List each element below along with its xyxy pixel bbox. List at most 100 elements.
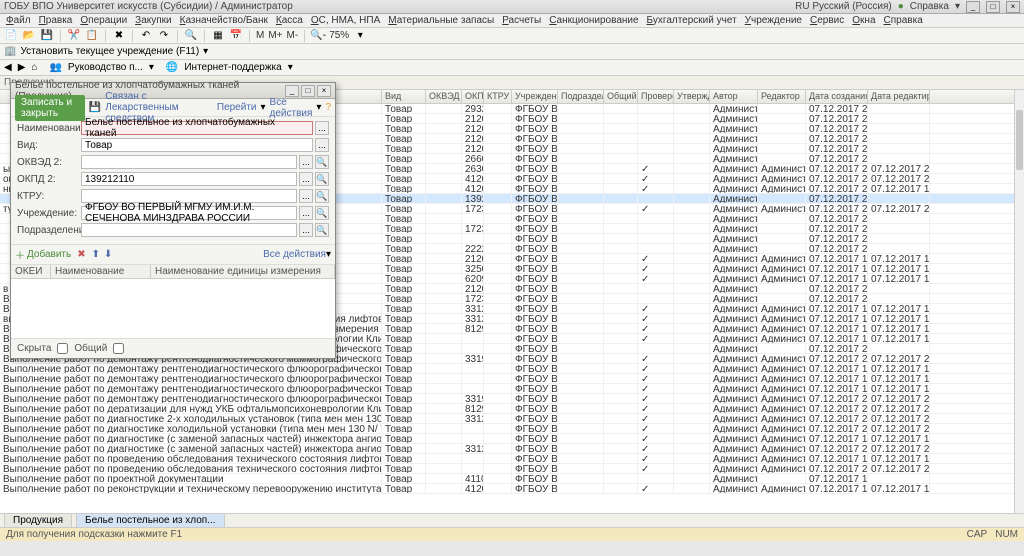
m-minus[interactable]: M- [287, 30, 299, 41]
table-row[interactable]: Выполнение работ по демонтажу рентгеноди… [0, 394, 1014, 404]
all-actions2[interactable]: Все действия [263, 249, 326, 260]
calendar-icon[interactable]: 📅 [229, 29, 243, 43]
column-header[interactable]: Дата создания [806, 90, 868, 103]
minimize-button[interactable]: _ [966, 1, 980, 13]
table-row[interactable]: Выполнение работ по реконструкции и техн… [0, 484, 1014, 494]
search-button[interactable]: 🔍 [315, 223, 329, 237]
table-row[interactable]: Выполнение работ по проведению обследова… [0, 464, 1014, 474]
table-row[interactable]: Выполнение работ по дератизации для нужд… [0, 404, 1014, 414]
select-button[interactable]: ... [299, 155, 313, 169]
select-button[interactable]: ... [299, 172, 313, 186]
menu-item[interactable]: Правка [39, 15, 73, 26]
table-row[interactable]: Выполнение работ по диагностике холодиль… [0, 424, 1014, 434]
menu-item[interactable]: Операции [80, 15, 127, 26]
menu-item[interactable]: Бухгалтерский учет [647, 15, 737, 26]
menu-item[interactable]: Расчеты [502, 15, 541, 26]
link-goto[interactable]: Перейти [217, 102, 257, 113]
calc-icon[interactable]: ▦ [211, 29, 225, 43]
menu-item[interactable]: Казначейство/Банк [180, 15, 268, 26]
menu-item[interactable]: Касса [276, 15, 303, 26]
common-checkbox[interactable] [113, 343, 124, 354]
nav-back-icon[interactable]: ◀ [4, 62, 12, 73]
m-plus2[interactable]: M+ [268, 30, 282, 41]
maximize-button[interactable]: □ [986, 1, 1000, 13]
find-icon[interactable]: 🔍 [184, 29, 198, 43]
help-link[interactable]: Справка [910, 1, 949, 12]
okpd-input[interactable]: 139212110 [81, 172, 297, 186]
column-header[interactable]: ОКП... [462, 90, 484, 103]
table-row[interactable]: Выполнение работ по проведению обследова… [0, 454, 1014, 464]
all-actions-button[interactable]: Все действия [270, 97, 313, 119]
copy-icon[interactable]: 📋 [85, 29, 99, 43]
search-button[interactable]: 🔍 [315, 172, 329, 186]
menu-item[interactable]: Окна [852, 15, 875, 26]
hidden-checkbox[interactable] [57, 343, 68, 354]
column-header[interactable]: Вид [382, 90, 426, 103]
search-button[interactable]: 🔍 [315, 189, 329, 203]
subgrid-body[interactable] [11, 279, 335, 339]
column-header[interactable]: КТРУ [484, 90, 512, 103]
select-button[interactable]: ... [315, 138, 329, 152]
dialog-maximize[interactable]: □ [301, 85, 315, 97]
table-row[interactable]: Выполнение работ по демонтажу рентгеноди… [0, 364, 1014, 374]
column-header[interactable]: Дата редактирования [868, 90, 930, 103]
delete-icon[interactable]: ✖ [77, 249, 85, 260]
help-icon[interactable]: ? [325, 102, 331, 113]
table-row[interactable]: Выполнение работ по диагностике 2-х холо… [0, 414, 1014, 424]
scrollbar-vertical[interactable] [1014, 90, 1024, 513]
users-icon[interactable]: 👥 [49, 62, 61, 73]
select-button[interactable]: ... [315, 121, 329, 135]
name-input[interactable]: Белье постельное из хлопчатобумажных тка… [81, 121, 313, 135]
column-header[interactable]: Редактор [758, 90, 806, 103]
podr-input[interactable] [81, 223, 297, 237]
dropdown-icon[interactable]: ▾ [288, 62, 293, 73]
menu-item[interactable]: ОС, НМА, НПА [311, 15, 380, 26]
cancel-icon[interactable]: ✖ [112, 29, 126, 43]
col-name[interactable]: Наименование [51, 265, 151, 278]
column-header[interactable]: Автор [710, 90, 758, 103]
col-unit[interactable]: Наименование единицы измерения [151, 265, 335, 278]
menu-item[interactable]: Санкционирование [549, 15, 638, 26]
menu-item[interactable]: Файл [6, 15, 31, 26]
select-button[interactable]: ... [299, 223, 313, 237]
menu-item[interactable]: Закупки [135, 15, 171, 26]
save-icon[interactable]: 💾 [89, 102, 101, 113]
search-button[interactable]: 🔍 [315, 206, 329, 220]
add-button[interactable]: Добавить [27, 249, 71, 260]
open-icon[interactable]: 📂 [22, 29, 36, 43]
column-header[interactable]: Общий [604, 90, 638, 103]
close-button[interactable]: × [1006, 1, 1020, 13]
dropdown-icon[interactable]: ▾ [316, 102, 321, 113]
column-header[interactable]: Подразделение [558, 90, 604, 103]
save-icon[interactable]: 💾 [40, 29, 54, 43]
scrollbar-thumb[interactable] [1016, 110, 1023, 170]
org-icon[interactable]: 🏢 [4, 46, 16, 57]
dialog-close[interactable]: × [317, 85, 331, 97]
dropdown-icon[interactable]: ▾ [149, 62, 154, 73]
undo-icon[interactable]: ↶ [139, 29, 153, 43]
down-icon[interactable]: ⬇ [104, 249, 112, 260]
set-org-button[interactable]: Установить текущее учреждение (F11) [20, 46, 199, 57]
redo-icon[interactable]: ↷ [157, 29, 171, 43]
menu-item[interactable]: Сервис [810, 15, 844, 26]
column-header[interactable]: Проверен [638, 90, 674, 103]
help-icon[interactable]: ● [898, 1, 904, 12]
zoom-dropdown[interactable]: ▾ [353, 29, 367, 43]
save-button[interactable]: Записать и закрыть [15, 95, 85, 121]
nav-fwd-icon[interactable]: ▶ [18, 62, 26, 73]
internet-support-link[interactable]: Интернет-поддержка [184, 62, 281, 73]
ktru-input[interactable] [81, 189, 297, 203]
table-row[interactable]: Выполнение работ по проектной документац… [0, 474, 1014, 484]
m-plus[interactable]: M [256, 30, 264, 41]
dialog-minimize[interactable]: _ [285, 85, 299, 97]
add-icon[interactable]: ＋ [15, 247, 25, 262]
vid-input[interactable]: Товар [81, 138, 313, 152]
home-icon[interactable]: ⌂ [31, 62, 37, 73]
zoom-out-icon[interactable]: 🔍- [311, 29, 325, 43]
select-button[interactable]: ... [299, 206, 313, 220]
column-header[interactable]: ОКВЭД 2 [426, 90, 462, 103]
search-button[interactable]: 🔍 [315, 155, 329, 169]
dropdown-icon[interactable]: ▾ [326, 249, 331, 260]
zoom-level[interactable]: 75% [329, 30, 349, 41]
dropdown-icon[interactable]: ▾ [203, 46, 208, 57]
